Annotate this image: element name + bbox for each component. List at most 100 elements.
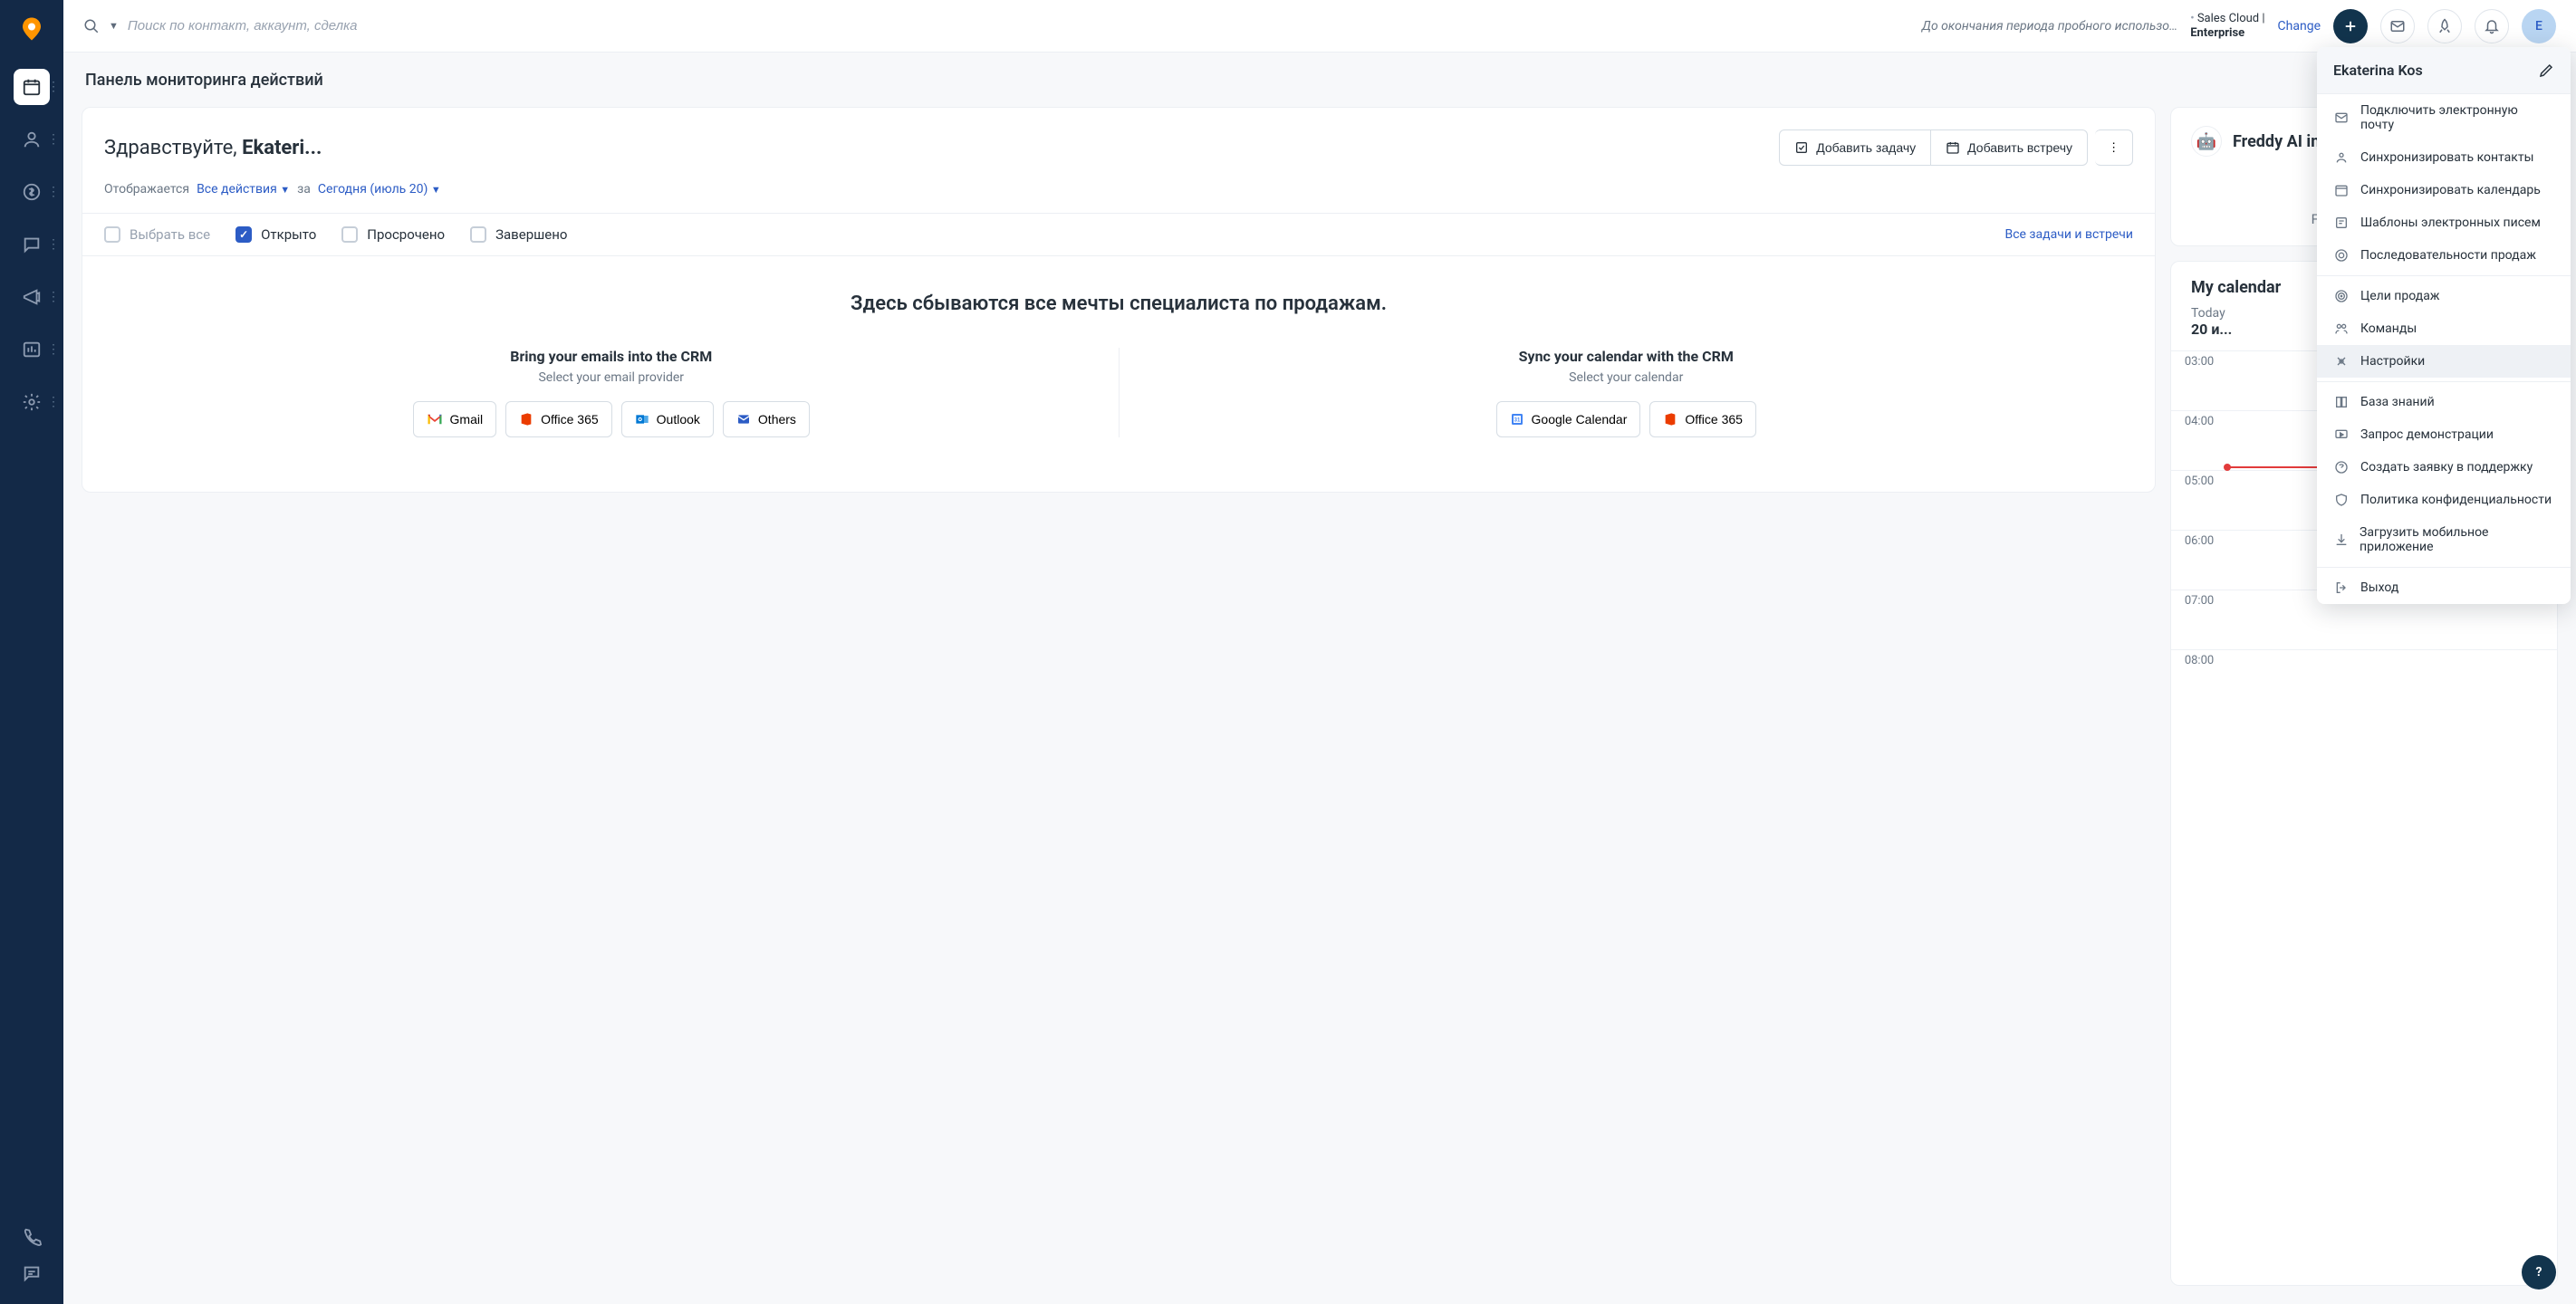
cal-icon (2333, 183, 2350, 197)
svg-text:31: 31 (1514, 418, 1520, 424)
bell-icon[interactable] (2475, 9, 2509, 43)
sidebar-more-icon[interactable]: ⋮ (47, 237, 60, 252)
rocket-icon[interactable] (2427, 9, 2462, 43)
menu-item-template[interactable]: Шаблоны электронных писем (2317, 206, 2571, 239)
calendar-title: Sync your calendar with the CRM (1147, 348, 2107, 365)
avatar[interactable]: E (2522, 9, 2556, 43)
freddy-icon: 🤖 (2191, 126, 2222, 157)
sidebar-more-icon[interactable]: ⋮ (47, 395, 60, 409)
filter-showing-label: Отображается (104, 182, 189, 197)
done-checkbox[interactable] (470, 226, 486, 243)
add-meeting-button[interactable]: Добавить встречу (1931, 129, 2088, 166)
more-actions-button[interactable]: ⋮ (2095, 129, 2133, 166)
sidebar-item-conversations[interactable] (14, 226, 50, 263)
hour-label: 05:00 (2171, 471, 2227, 530)
template-icon (2333, 216, 2350, 230)
sidebar-item-reports[interactable] (14, 331, 50, 368)
hour-label: 04:00 (2171, 411, 2227, 470)
menu-item-logout[interactable]: Выход (2317, 571, 2571, 604)
today-label: Today (2191, 306, 2232, 321)
greeting: Здравствуйте, Ekateri... (104, 137, 322, 159)
download-icon (2333, 532, 2349, 547)
office365-cal-button[interactable]: Office 365 (1649, 401, 1756, 437)
edit-profile-icon[interactable] (2538, 62, 2554, 79)
sidebar-more-icon[interactable]: ⋮ (47, 80, 60, 94)
menu-item-download[interactable]: Загрузить мобильное приложение (2317, 516, 2571, 563)
overdue-checkbox[interactable] (341, 226, 358, 243)
overdue-label: Просрочено (367, 226, 445, 243)
calendar-hour-row[interactable]: 08:00 (2171, 649, 2557, 709)
menu-item-cal[interactable]: Синхронизировать календарь (2317, 174, 2571, 206)
select-all-label: Выбрать все (130, 226, 210, 243)
open-label: Открыто (261, 226, 316, 243)
contacts-icon (2333, 150, 2350, 165)
outlook-button[interactable]: Outlook (621, 401, 714, 437)
calendar-sub: Select your calendar (1147, 370, 2107, 385)
sidebar-item-contacts[interactable] (14, 121, 50, 158)
filter-date[interactable]: Сегодня (июль 20) ▼ (318, 182, 441, 197)
sidebar-more-icon[interactable]: ⋮ (47, 132, 60, 147)
search-icon[interactable] (83, 18, 100, 34)
topbar: ▼ До окончания периода пробного использо… (63, 0, 2576, 53)
book-icon (2333, 395, 2350, 409)
support-icon (2333, 460, 2350, 475)
empty-title: Здесь сбываются все мечты специалиста по… (104, 292, 2133, 315)
app-logo[interactable] (15, 13, 48, 45)
freddy-title: Freddy AI ins (2233, 132, 2329, 151)
team-icon (2333, 321, 2350, 336)
sidebar-item-chat[interactable] (14, 1255, 50, 1291)
menu-item-shield[interactable]: Политика конфиденциальности (2317, 484, 2571, 516)
today-date: 20 и... (2191, 321, 2232, 338)
sidebar-item-settings[interactable] (14, 384, 50, 420)
sidebar-more-icon[interactable]: ⋮ (47, 290, 60, 304)
sidebar-item-activities[interactable] (14, 69, 50, 105)
select-all-checkbox[interactable] (104, 226, 120, 243)
search-dropdown-icon[interactable]: ▼ (109, 20, 119, 32)
page-title: Панель мониторинга действий (63, 53, 2576, 107)
gmail-button[interactable]: Gmail (413, 401, 497, 437)
menu-item-support[interactable]: Создать заявку в поддержку (2317, 451, 2571, 484)
mail-icon (2333, 110, 2350, 125)
add-task-button[interactable]: Добавить задачу (1779, 129, 1931, 166)
mail-icon[interactable] (2380, 9, 2415, 43)
all-tasks-link[interactable]: Все задачи и встречи (2004, 227, 2133, 242)
filter-for-label: за (297, 182, 311, 197)
sidebar-item-deals[interactable] (14, 174, 50, 210)
add-button[interactable] (2333, 9, 2368, 43)
shield-icon (2333, 493, 2350, 507)
hour-label: 03:00 (2171, 351, 2227, 410)
menu-item-settings[interactable]: Настройки (2317, 345, 2571, 378)
user-menu: Ekaterina Kos Подключить электронную поч… (2317, 47, 2571, 604)
demo-icon (2333, 427, 2350, 442)
sidebar-item-phone[interactable] (14, 1219, 50, 1255)
settings-icon (2333, 354, 2350, 369)
hour-label: 07:00 (2171, 590, 2227, 649)
sidebar-item-marketing[interactable] (14, 279, 50, 315)
done-label: Завершено (495, 226, 567, 243)
sidebar-more-icon[interactable]: ⋮ (47, 185, 60, 199)
sidebar: ⋮ ⋮ ⋮ ⋮ ⋮ (0, 0, 63, 1304)
menu-item-demo[interactable]: Запрос демонстрации (2317, 418, 2571, 451)
menu-item-contacts[interactable]: Синхронизировать контакты (2317, 141, 2571, 174)
now-dot (2224, 464, 2231, 471)
open-checkbox[interactable] (235, 226, 252, 243)
menu-item-team[interactable]: Команды (2317, 312, 2571, 345)
change-plan-link[interactable]: Change (2278, 19, 2321, 34)
emails-sub: Select your email provider (131, 370, 1091, 385)
menu-item-mail[interactable]: Подключить электронную почту (2317, 94, 2571, 141)
search-input[interactable] (128, 18, 454, 34)
sidebar-more-icon[interactable]: ⋮ (47, 342, 60, 357)
filter-all-actions[interactable]: Все действия ▼ (197, 182, 290, 197)
menu-item-book[interactable]: База знаний (2317, 386, 2571, 418)
help-button[interactable]: ? (2522, 1255, 2556, 1290)
gcal-button[interactable]: 31 Google Calendar (1496, 401, 1641, 437)
office365-button[interactable]: Office 365 (505, 401, 612, 437)
sequence-icon (2333, 248, 2350, 263)
others-button[interactable]: Others (723, 401, 810, 437)
menu-item-target[interactable]: Цели продаж (2317, 280, 2571, 312)
plan-label: Sales Cloud | Enterprise (2190, 12, 2264, 40)
target-icon (2333, 289, 2350, 303)
menu-item-sequence[interactable]: Последовательности продаж (2317, 239, 2571, 272)
logout-icon (2333, 580, 2350, 595)
hour-label: 06:00 (2171, 531, 2227, 590)
